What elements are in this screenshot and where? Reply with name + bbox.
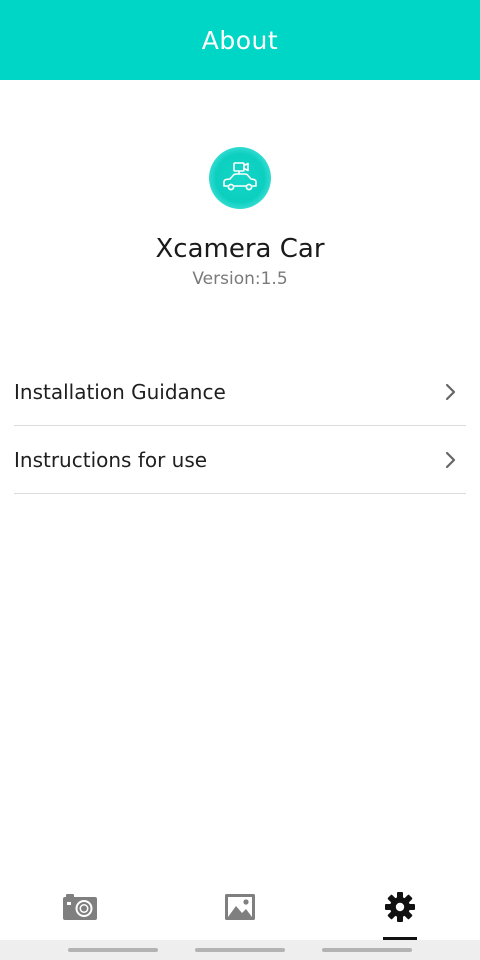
header-bar: About [0, 0, 480, 80]
menu-item-label: Installation Guidance [14, 379, 226, 404]
bottom-tab-bar [0, 874, 480, 940]
gear-icon [385, 892, 415, 922]
menu-item-instructions-for-use[interactable]: Instructions for use [14, 426, 466, 494]
app-info: Xcamera Car Version:1.5 [0, 147, 480, 290]
back-button[interactable] [321, 948, 412, 952]
menu-item-label: Instructions for use [14, 447, 208, 472]
about-screen: About Xcamera Car Version:1.5 Installati… [0, 0, 480, 960]
chevron-right-icon [442, 383, 460, 401]
app-logo [209, 147, 271, 209]
page-title: About [201, 25, 279, 55]
system-navigation-bar [0, 940, 480, 960]
tab-gallery[interactable] [160, 874, 320, 940]
gallery-icon [225, 894, 255, 920]
recents-button[interactable] [68, 948, 159, 952]
tab-settings[interactable] [320, 874, 480, 940]
car-camera-icon [223, 162, 257, 191]
about-menu-list: Installation Guidance Instructions for u… [14, 358, 466, 494]
app-version: Version:1.5 [192, 269, 288, 289]
app-name: Xcamera Car [155, 234, 325, 264]
camera-icon [63, 894, 97, 920]
menu-item-installation-guidance[interactable]: Installation Guidance [14, 358, 466, 426]
tab-camera[interactable] [0, 874, 160, 940]
chevron-right-icon [442, 451, 460, 469]
home-button[interactable] [194, 948, 285, 952]
